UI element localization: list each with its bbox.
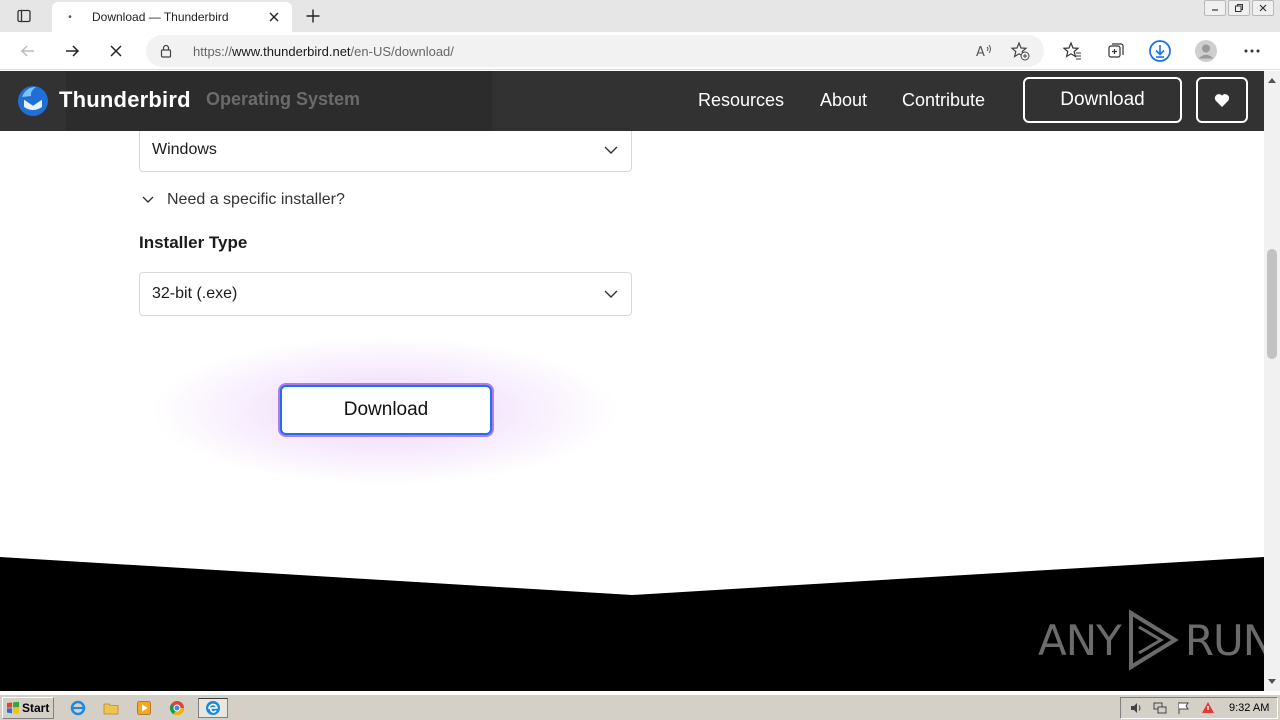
web-page: Operating System Thunderbird Resources A… — [0, 71, 1264, 691]
thunderbird-logo-icon — [18, 86, 48, 116]
browser-tab-bar: • Download — Thunderbird — [0, 0, 1280, 32]
lock-icon[interactable] — [158, 43, 174, 59]
tab-close-button[interactable] — [266, 9, 282, 25]
tab-title: Download — Thunderbird — [92, 10, 229, 24]
system-tray: 9:32 AM — [1120, 697, 1278, 719]
watermark-run: RUN — [1184, 615, 1264, 665]
specific-installer-label: Need a specific installer? — [167, 191, 345, 208]
collections-icon — [1108, 43, 1124, 58]
chevron-down-icon — [140, 192, 156, 208]
site-logo[interactable]: Thunderbird — [16, 83, 191, 117]
edge-icon[interactable] — [198, 698, 228, 718]
installer-type-heading: Installer Type — [139, 233, 248, 252]
download-icon — [1149, 40, 1171, 62]
profile-button[interactable] — [1192, 37, 1220, 65]
anyrun-watermark: ANY RUN — [1038, 609, 1264, 671]
start-label: Start — [22, 701, 50, 715]
close-window-button[interactable] — [1252, 0, 1274, 16]
chevron-down-icon — [603, 142, 619, 158]
url-path: /en-US/download/ — [350, 43, 454, 59]
star-plus-icon — [1010, 41, 1030, 61]
internet-explorer-icon[interactable] — [66, 698, 90, 718]
nav-about[interactable]: About — [820, 90, 867, 111]
installer-type-select[interactable]: 32-bit (.exe) — [139, 272, 632, 316]
play-triangle-icon — [1128, 609, 1179, 671]
avatar-icon — [1195, 40, 1217, 62]
forward-button[interactable] — [58, 37, 86, 65]
url-text[interactable]: https://www.thunderbird.net/en-US/downlo… — [193, 44, 960, 59]
chevron-down-icon — [603, 286, 619, 302]
installer-type-value: 32-bit (.exe) — [152, 285, 238, 302]
os-select-value: Windows — [152, 141, 217, 158]
nav-resources[interactable]: Resources — [698, 90, 784, 111]
taskbar-clock: 9:32 AM — [1229, 702, 1270, 714]
volume-icon[interactable] — [1127, 700, 1145, 716]
scroll-down-arrow-icon[interactable] — [1264, 675, 1280, 689]
minimize-button[interactable] — [1204, 0, 1226, 16]
close-icon — [269, 12, 279, 22]
favorites-star-icon — [1062, 41, 1081, 60]
site-header: Operating System Thunderbird Resources A… — [0, 71, 1264, 131]
os-section-label: Operating System — [206, 89, 361, 109]
brand-name: Thunderbird — [59, 87, 191, 112]
add-favorite-button[interactable] — [1008, 39, 1032, 63]
file-explorer-icon[interactable] — [99, 698, 123, 718]
stop-loading-button[interactable] — [102, 37, 130, 65]
favorites-button[interactable] — [1058, 37, 1086, 65]
header-download-button[interactable]: Download — [1023, 77, 1182, 123]
flag-notification-icon[interactable] — [1175, 700, 1193, 716]
url-prefix: https:// — [193, 43, 233, 59]
more-dots-icon — [1244, 49, 1260, 53]
settings-menu-button[interactable] — [1238, 37, 1266, 65]
collections-button[interactable] — [1102, 37, 1130, 65]
minimize-icon — [1212, 9, 1218, 11]
scroll-up-arrow-icon[interactable] — [1264, 73, 1280, 87]
restore-button[interactable] — [1228, 0, 1250, 16]
back-button[interactable] — [14, 37, 42, 65]
plus-icon — [306, 9, 320, 23]
url-domain: www.thunderbird.net — [232, 43, 351, 59]
close-icon — [110, 45, 122, 57]
browser-tab[interactable]: • Download — Thunderbird — [52, 2, 292, 32]
window-controls — [1204, 0, 1274, 18]
new-tab-button[interactable] — [300, 4, 326, 28]
page-scrollbar[interactable] — [1264, 71, 1280, 691]
windows-flag-icon — [7, 701, 19, 714]
os-select[interactable]: Windows — [139, 128, 632, 172]
donate-button[interactable] — [1196, 77, 1248, 123]
tab-actions-button[interactable] — [8, 4, 40, 28]
windows-taskbar: Start 9:32 AM — [0, 694, 1280, 720]
scrollbar-thumb[interactable] — [1267, 249, 1277, 359]
download-button[interactable]: Download — [280, 385, 492, 435]
specific-installer-toggle[interactable]: Need a specific installer? — [140, 191, 345, 209]
read-aloud-button[interactable]: A — [972, 39, 996, 63]
arrow-left-icon — [20, 45, 34, 57]
address-bar[interactable]: https://www.thunderbird.net/en-US/downlo… — [146, 35, 1044, 67]
read-aloud-icon: A — [976, 44, 991, 59]
close-window-icon — [1259, 4, 1267, 12]
nav-contribute[interactable]: Contribute — [902, 90, 985, 111]
svg-text:A: A — [976, 45, 985, 59]
heart-icon — [1214, 93, 1230, 107]
restore-icon — [1235, 4, 1243, 12]
downloads-button[interactable] — [1146, 37, 1174, 65]
quick-launch — [66, 698, 228, 718]
browser-toolbar: https://www.thunderbird.net/en-US/downlo… — [0, 32, 1280, 70]
loading-dot-icon: • — [68, 11, 72, 23]
warning-shield-icon[interactable] — [1199, 700, 1217, 716]
arrow-right-icon — [66, 45, 80, 57]
tab-actions-icon — [17, 9, 31, 23]
start-button[interactable]: Start — [2, 697, 54, 719]
watermark-any: ANY — [1038, 615, 1122, 665]
chrome-icon[interactable] — [165, 698, 189, 718]
network-icon[interactable] — [1151, 700, 1169, 716]
media-player-icon[interactable] — [132, 698, 156, 718]
